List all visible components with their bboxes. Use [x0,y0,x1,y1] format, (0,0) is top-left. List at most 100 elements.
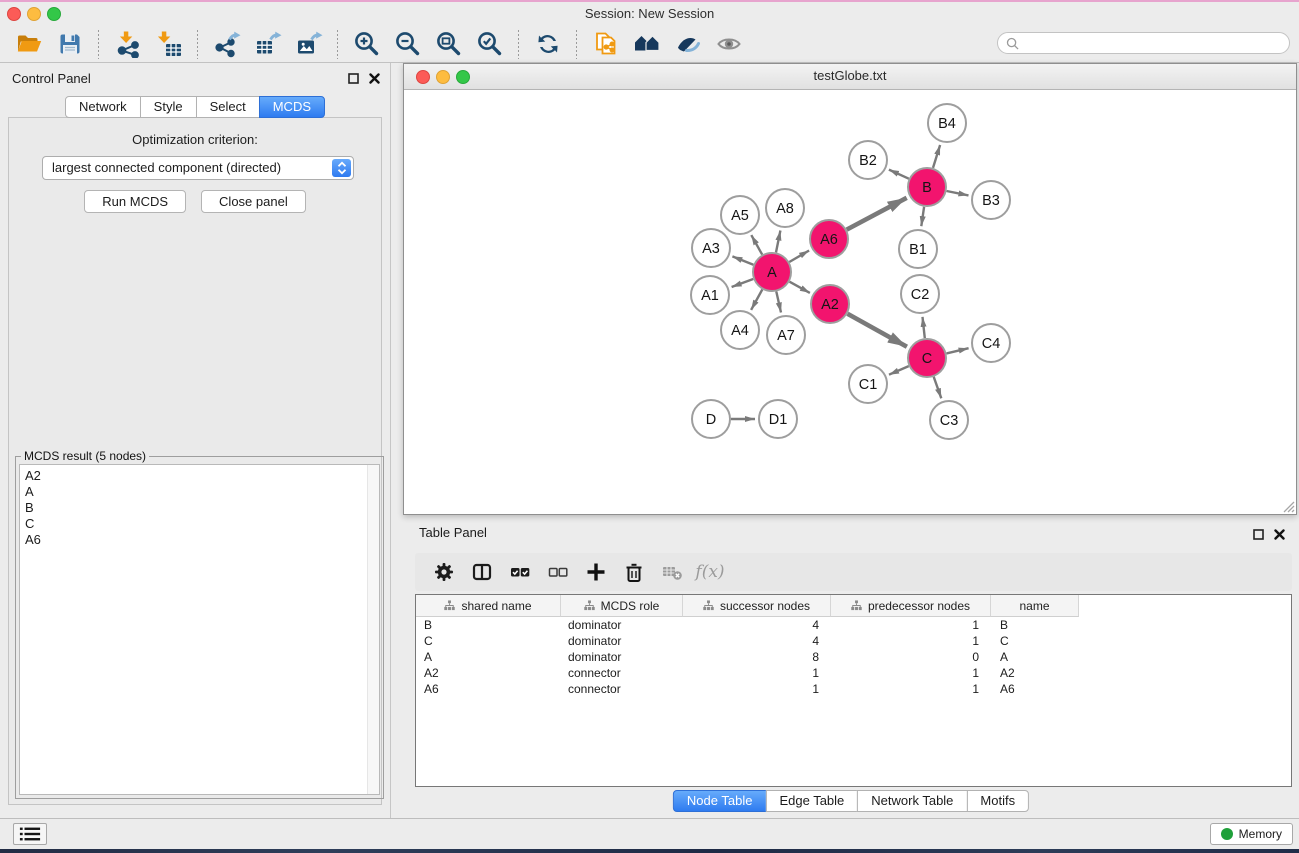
table-cell[interactable]: 1 [831,665,991,681]
resize-grip-icon[interactable] [1280,498,1295,513]
graph-edge-C-C3[interactable] [934,377,942,399]
result-list-item[interactable]: B [20,500,379,516]
table-cell[interactable]: B [991,617,1079,633]
table-cell[interactable]: connector [561,665,683,681]
graph-node-B4[interactable]: B4 [928,104,966,142]
graph-edge-A-A4[interactable] [751,290,762,310]
zoom-traffic-light[interactable] [47,7,61,21]
result-list-scrollbar[interactable] [367,465,379,794]
graph-node-C2[interactable]: C2 [901,275,939,313]
deselect-all-button[interactable] [539,557,577,587]
table-row[interactable]: Cdominator41C [416,633,1291,649]
table-cell[interactable]: C [991,633,1079,649]
zoom-selected-button[interactable] [474,29,505,60]
graph-edge-B-B1[interactable] [921,207,924,226]
close-traffic-light[interactable] [7,7,21,21]
optimization-criterion-dropdown[interactable]: largest connected component (directed) [42,156,354,180]
network-minimize-traffic-light[interactable] [436,70,450,84]
graph-edge-A2-C[interactable] [848,314,907,347]
graph-edge-A-A8[interactable] [776,231,780,253]
table-cell[interactable]: 1 [831,617,991,633]
table-cell[interactable]: B [416,617,561,633]
network-canvas[interactable]: A5A8A3AA1A4A7A6A2B4B2BB3B1C2CC4C1C3DD1 [404,90,1296,514]
table-tab-network-table[interactable]: Network Table [857,790,967,812]
table-row[interactable]: A2connector11A2 [416,665,1291,681]
table-tab-node-table[interactable]: Node Table [673,790,767,812]
float-panel-icon[interactable] [348,73,359,84]
table-tab-motifs[interactable]: Motifs [966,790,1029,812]
table-cell[interactable]: dominator [561,633,683,649]
graph-node-C1[interactable]: C1 [849,365,887,403]
column-header-predecessor-nodes[interactable]: predecessor nodes [831,595,991,617]
table-cell[interactable]: A [991,649,1079,665]
table-cell[interactable]: A6 [991,681,1079,697]
settings-button[interactable] [425,557,463,587]
node-table[interactable]: shared nameMCDS rolesuccessor nodesprede… [415,594,1292,787]
graph-edge-C-C4[interactable] [947,348,969,353]
graph-node-B3[interactable]: B3 [972,181,1010,219]
graph-node-C[interactable]: C [908,339,946,377]
mcds-result-list[interactable]: A2ABCA6 [19,464,380,795]
show-panels-button[interactable] [13,823,47,845]
table-row[interactable]: Adominator80A [416,649,1291,665]
table-cell[interactable]: 1 [683,681,831,697]
column-header-name[interactable]: name [991,595,1079,617]
table-cell[interactable]: A [416,649,561,665]
zoom-fit-button[interactable] [433,29,464,60]
network-zoom-traffic-light[interactable] [456,70,470,84]
graph-edge-C-C1[interactable] [889,366,909,375]
table-cell[interactable]: 1 [831,681,991,697]
close-panel-icon[interactable] [1274,529,1285,540]
graph-node-B2[interactable]: B2 [849,141,887,179]
delete-row-button[interactable] [615,557,653,587]
graph-edge-A6-B[interactable] [847,198,907,230]
zoom-out-button[interactable] [392,29,423,60]
table-cell[interactable]: 1 [831,633,991,649]
column-header-mcds-role[interactable]: MCDS role [561,595,683,617]
tab-network[interactable]: Network [65,96,141,118]
search-box[interactable] [997,32,1290,54]
result-list-item[interactable]: A [20,484,379,500]
first-neighbors-button[interactable] [631,29,662,60]
graph-node-C3[interactable]: C3 [930,401,968,439]
import-network-button[interactable] [112,29,143,60]
table-row[interactable]: Bdominator41B [416,617,1291,633]
save-session-button[interactable] [54,29,85,60]
split-columns-button[interactable] [463,557,501,587]
graph-node-D[interactable]: D [692,400,730,438]
table-cell[interactable]: 8 [683,649,831,665]
table-cell[interactable]: A2 [416,665,561,681]
minimize-traffic-light[interactable] [27,7,41,21]
column-header-shared-name[interactable]: shared name [416,595,561,617]
graph-node-A7[interactable]: A7 [767,316,805,354]
tab-select[interactable]: Select [196,96,260,118]
table-cell[interactable]: 1 [683,665,831,681]
graph-node-A1[interactable]: A1 [691,276,729,314]
table-cell[interactable]: dominator [561,617,683,633]
graph-node-A[interactable]: A [753,253,791,291]
table-cell[interactable]: 0 [831,649,991,665]
select-all-button[interactable] [501,557,539,587]
network-window-titlebar[interactable]: testGlobe.txt [404,64,1296,90]
run-mcds-button[interactable]: Run MCDS [84,190,186,213]
table-tab-edge-table[interactable]: Edge Table [765,790,858,812]
result-list-item[interactable]: C [20,516,379,532]
zoom-in-button[interactable] [351,29,382,60]
export-image-button[interactable] [293,29,324,60]
graph-edge-A-A7[interactable] [776,292,781,313]
table-cell[interactable]: connector [561,681,683,697]
graph-edge-A-A5[interactable] [751,235,762,255]
show-hide-details-button[interactable] [713,29,744,60]
close-panel-button[interactable]: Close panel [201,190,306,213]
graph-edge-A-A1[interactable] [732,279,754,287]
network-close-traffic-light[interactable] [416,70,430,84]
graph-edge-A-A6[interactable] [789,251,809,263]
table-cell[interactable]: 4 [683,633,831,649]
graph-node-A6[interactable]: A6 [810,220,848,258]
graph-node-C4[interactable]: C4 [972,324,1010,362]
result-list-item[interactable]: A2 [20,465,379,484]
table-cell[interactable]: dominator [561,649,683,665]
tab-mcds[interactable]: MCDS [259,96,325,118]
graph-node-B[interactable]: B [908,168,946,206]
table-cell[interactable]: C [416,633,561,649]
